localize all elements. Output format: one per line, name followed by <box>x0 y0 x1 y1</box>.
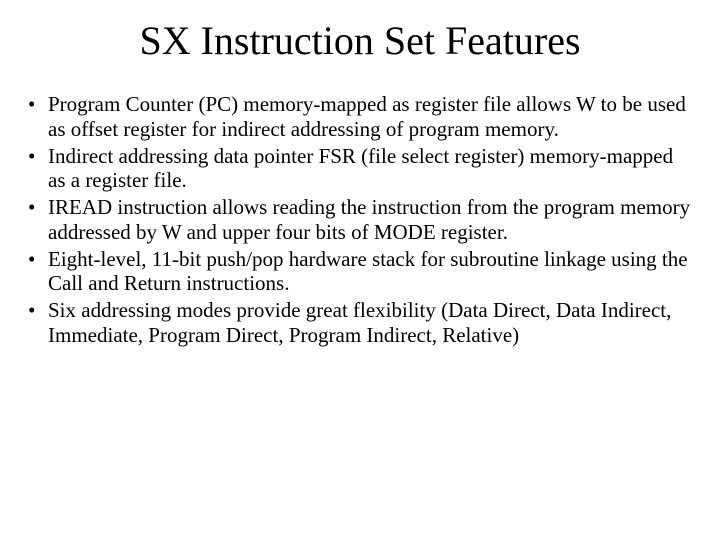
bullet-list: Program Counter (PC) memory-mapped as re… <box>24 92 696 348</box>
list-item: Six addressing modes provide great flexi… <box>26 298 694 348</box>
slide-title: SX Instruction Set Features <box>24 18 696 64</box>
slide: SX Instruction Set Features Program Coun… <box>0 0 720 540</box>
list-item: Program Counter (PC) memory-mapped as re… <box>26 92 694 142</box>
list-item: Eight-level, 11-bit push/pop hardware st… <box>26 247 694 297</box>
list-item: Indirect addressing data pointer FSR (fi… <box>26 144 694 194</box>
list-item: IREAD instruction allows reading the ins… <box>26 195 694 245</box>
